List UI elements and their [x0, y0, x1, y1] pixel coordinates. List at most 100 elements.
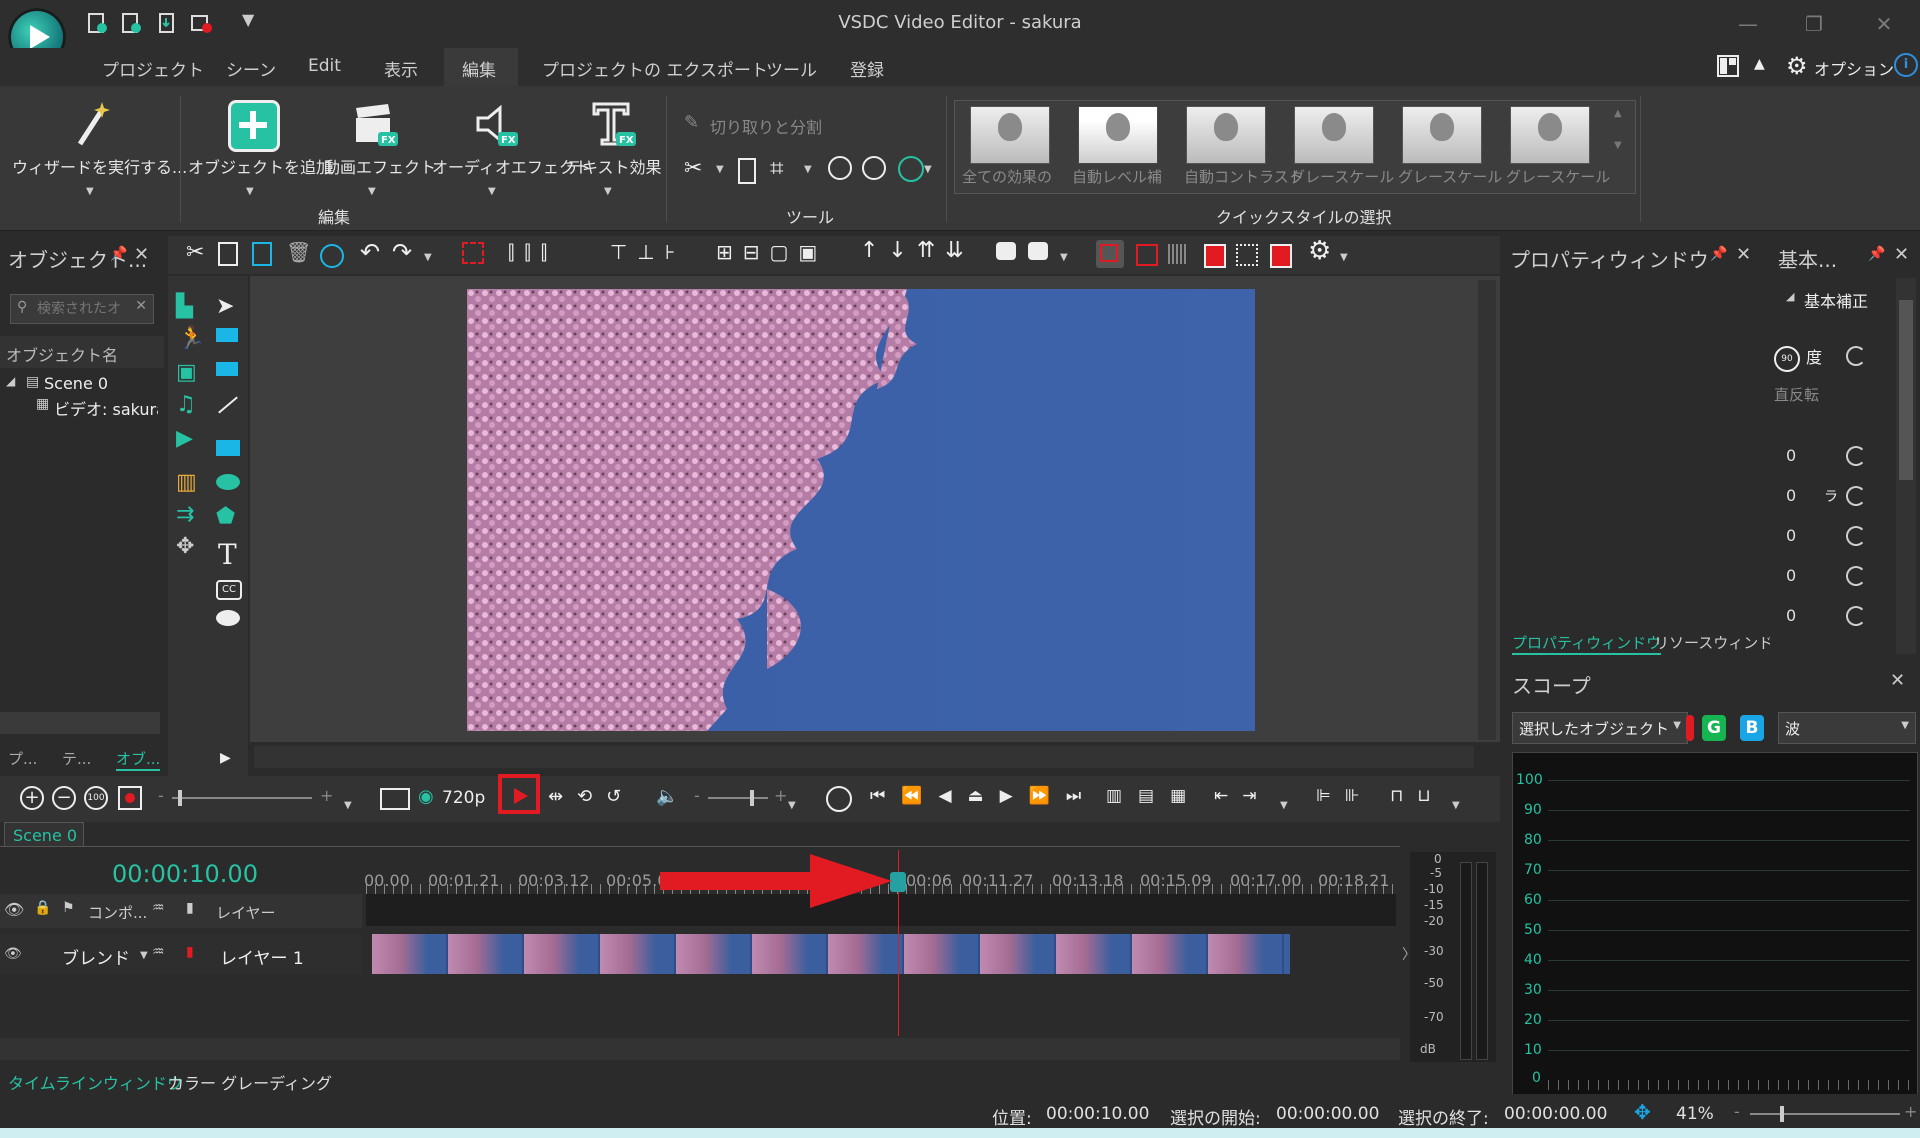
jump-dropdown-icon[interactable]: ▼: [1280, 800, 1288, 811]
pin-icon[interactable]: 📌: [110, 246, 127, 262]
tree-expand-icon[interactable]: ◢: [6, 374, 15, 388]
quick-style-thumb-6[interactable]: [1510, 106, 1590, 164]
scope-mode-select[interactable]: 波 ▼: [1778, 712, 1916, 744]
menu-scene[interactable]: シーン: [226, 56, 276, 81]
menu-view[interactable]: 表示: [384, 56, 418, 81]
track-visibility-icon[interactable]: 👁: [4, 946, 22, 962]
wizard-button[interactable]: ウィザードを実行する...: [12, 154, 187, 178]
preview-vertical-scrollbar[interactable]: [1478, 280, 1496, 740]
volume-minus[interactable]: -: [694, 786, 700, 805]
layout-icon[interactable]: [1716, 54, 1740, 78]
tab-resources[interactable]: リソースウィンドウ: [1654, 632, 1788, 653]
reset-icon[interactable]: [1846, 566, 1866, 586]
basic-pin-icon[interactable]: 📌: [1868, 246, 1885, 262]
cut-icon[interactable]: ✂: [186, 240, 204, 265]
video-icon[interactable]: ▶: [176, 426, 193, 451]
zoom-slider[interactable]: [172, 790, 312, 806]
expand-tools-icon[interactable]: ▶: [220, 750, 231, 766]
preview-horizontal-scrollbar[interactable]: [254, 746, 1474, 768]
guides-icon[interactable]: [1236, 244, 1258, 266]
zoom-100-icon[interactable]: 100: [84, 786, 108, 810]
fit-screen-icon[interactable]: ✥: [1634, 1100, 1651, 1124]
search-input[interactable]: [35, 297, 139, 321]
text-effects-button[interactable]: テキスト効果: [566, 154, 662, 178]
equalizer-icon[interactable]: ▥: [176, 470, 197, 495]
track-controls[interactable]: ⊫⊪: [1316, 786, 1374, 806]
undo-icon[interactable]: ↶: [360, 238, 380, 266]
status-zoom-plus[interactable]: +: [1904, 1102, 1917, 1121]
wizard-dropdown-icon[interactable]: ▼: [86, 186, 94, 197]
tab-properties[interactable]: プロパティウィンドウ: [1512, 632, 1662, 655]
prop-value[interactable]: 0: [1786, 566, 1796, 585]
flag-icon[interactable]: ⚑: [62, 900, 75, 916]
prop-value[interactable]: 0: [1786, 486, 1796, 505]
group-dropdown-icon[interactable]: ▼: [1060, 252, 1068, 263]
layout-dropdown-icon[interactable]: ▼: [1452, 800, 1460, 811]
blend-mode-select[interactable]: ブレンド: [62, 944, 130, 969]
toolbar-gear-icon[interactable]: ⚙: [1308, 236, 1331, 266]
rotate-right-icon[interactable]: [862, 156, 886, 180]
reset-icon[interactable]: [1846, 346, 1866, 366]
loop-controls-icons[interactable]: ⇹⟲↺: [548, 786, 635, 807]
stabilize-dropdown-icon[interactable]: ▼: [924, 164, 932, 175]
blend-dropdown-icon[interactable]: ▼: [140, 950, 148, 961]
restore-button[interactable]: ❐: [1794, 10, 1834, 38]
mask-toggle-button[interactable]: [1096, 240, 1124, 268]
menu-register[interactable]: 登録: [850, 56, 884, 81]
mask-icon[interactable]: [1136, 244, 1158, 266]
motion-icon[interactable]: ⇉: [176, 502, 194, 527]
reset-icon[interactable]: [1846, 446, 1866, 466]
magnet-icon[interactable]: [1270, 244, 1292, 268]
tab-timeline[interactable]: タイムラインウィンドウ: [8, 1070, 183, 1096]
prop-value[interactable]: 0: [1786, 526, 1796, 545]
quick-style-thumb-5[interactable]: [1402, 106, 1482, 164]
clock-icon[interactable]: [826, 786, 852, 812]
status-zoom-minus[interactable]: -: [1734, 1102, 1740, 1121]
layer-name[interactable]: レイヤー 1: [220, 944, 304, 969]
quick-style-thumb-4[interactable]: [1294, 106, 1374, 164]
add-object-button[interactable]: オブジェクトを追加: [188, 154, 332, 178]
scope-r-button[interactable]: [1686, 715, 1694, 741]
transport-controls[interactable]: ⏮⏪◀⏏▶⏩⏭: [870, 786, 1097, 806]
volume-slider[interactable]: [708, 790, 768, 806]
gallery-scroll-up-icon[interactable]: ▲: [1614, 108, 1622, 119]
move-icon[interactable]: ✥: [176, 534, 194, 559]
quick-style-thumb-1[interactable]: [970, 106, 1050, 164]
close-panel-icon[interactable]: ✕: [134, 244, 149, 265]
cut-split-button[interactable]: 切り取りと分割: [710, 114, 822, 138]
zoom-slider-plus[interactable]: +: [320, 786, 333, 805]
volume-dropdown-icon[interactable]: ▼: [788, 800, 796, 811]
basic-close-icon[interactable]: ✕: [1894, 244, 1909, 265]
video-effects-button[interactable]: 動画エフェクト: [324, 154, 436, 178]
ellipse-icon[interactable]: [216, 474, 240, 490]
align-icons[interactable]: ⫿⫿⫿: [508, 240, 557, 264]
minimize-button[interactable]: —: [1728, 10, 1768, 38]
eye-icon[interactable]: ◉: [418, 786, 434, 807]
distribute-icons[interactable]: ⊞⊟▢▣: [716, 240, 827, 264]
crop-dropdown-icon[interactable]: ▼: [804, 164, 812, 175]
zoom-in-icon[interactable]: +: [20, 786, 44, 810]
audio-icon[interactable]: ♫: [176, 392, 196, 417]
ungroup-icon[interactable]: [1028, 242, 1048, 260]
pointer-icon[interactable]: ➤: [216, 294, 234, 319]
quick-style-thumb-2[interactable]: [1078, 106, 1158, 164]
record-icon[interactable]: [118, 786, 142, 810]
menu-editing[interactable]: 編集: [462, 56, 496, 81]
tree-item-video[interactable]: ビデオ: sakura_: [54, 396, 158, 420]
lock-icon[interactable]: 🔒: [34, 900, 51, 916]
zoom-slider-minus[interactable]: -: [158, 786, 164, 805]
video-preview[interactable]: [467, 289, 1255, 731]
prop-value[interactable]: 0: [1786, 606, 1796, 625]
menu-export[interactable]: プロジェクトの エクスポート: [542, 56, 768, 81]
search-box[interactable]: ⚲ ✕: [10, 294, 154, 324]
add-object-dropdown-icon[interactable]: ▼: [246, 186, 254, 197]
scope-g-button[interactable]: G: [1702, 715, 1726, 741]
toolbar-gear-dropdown-icon[interactable]: ▼: [1340, 252, 1348, 263]
snap-icon[interactable]: [1204, 244, 1226, 268]
gallery-scroll-down-icon[interactable]: ▼: [1614, 140, 1622, 151]
reset-icon[interactable]: [1846, 526, 1866, 546]
circle-select-icon[interactable]: [320, 244, 344, 268]
text-icon[interactable]: T: [218, 538, 237, 571]
tab-templates[interactable]: テ...: [62, 748, 91, 769]
timeline-hscrollbar[interactable]: [0, 1038, 1400, 1060]
